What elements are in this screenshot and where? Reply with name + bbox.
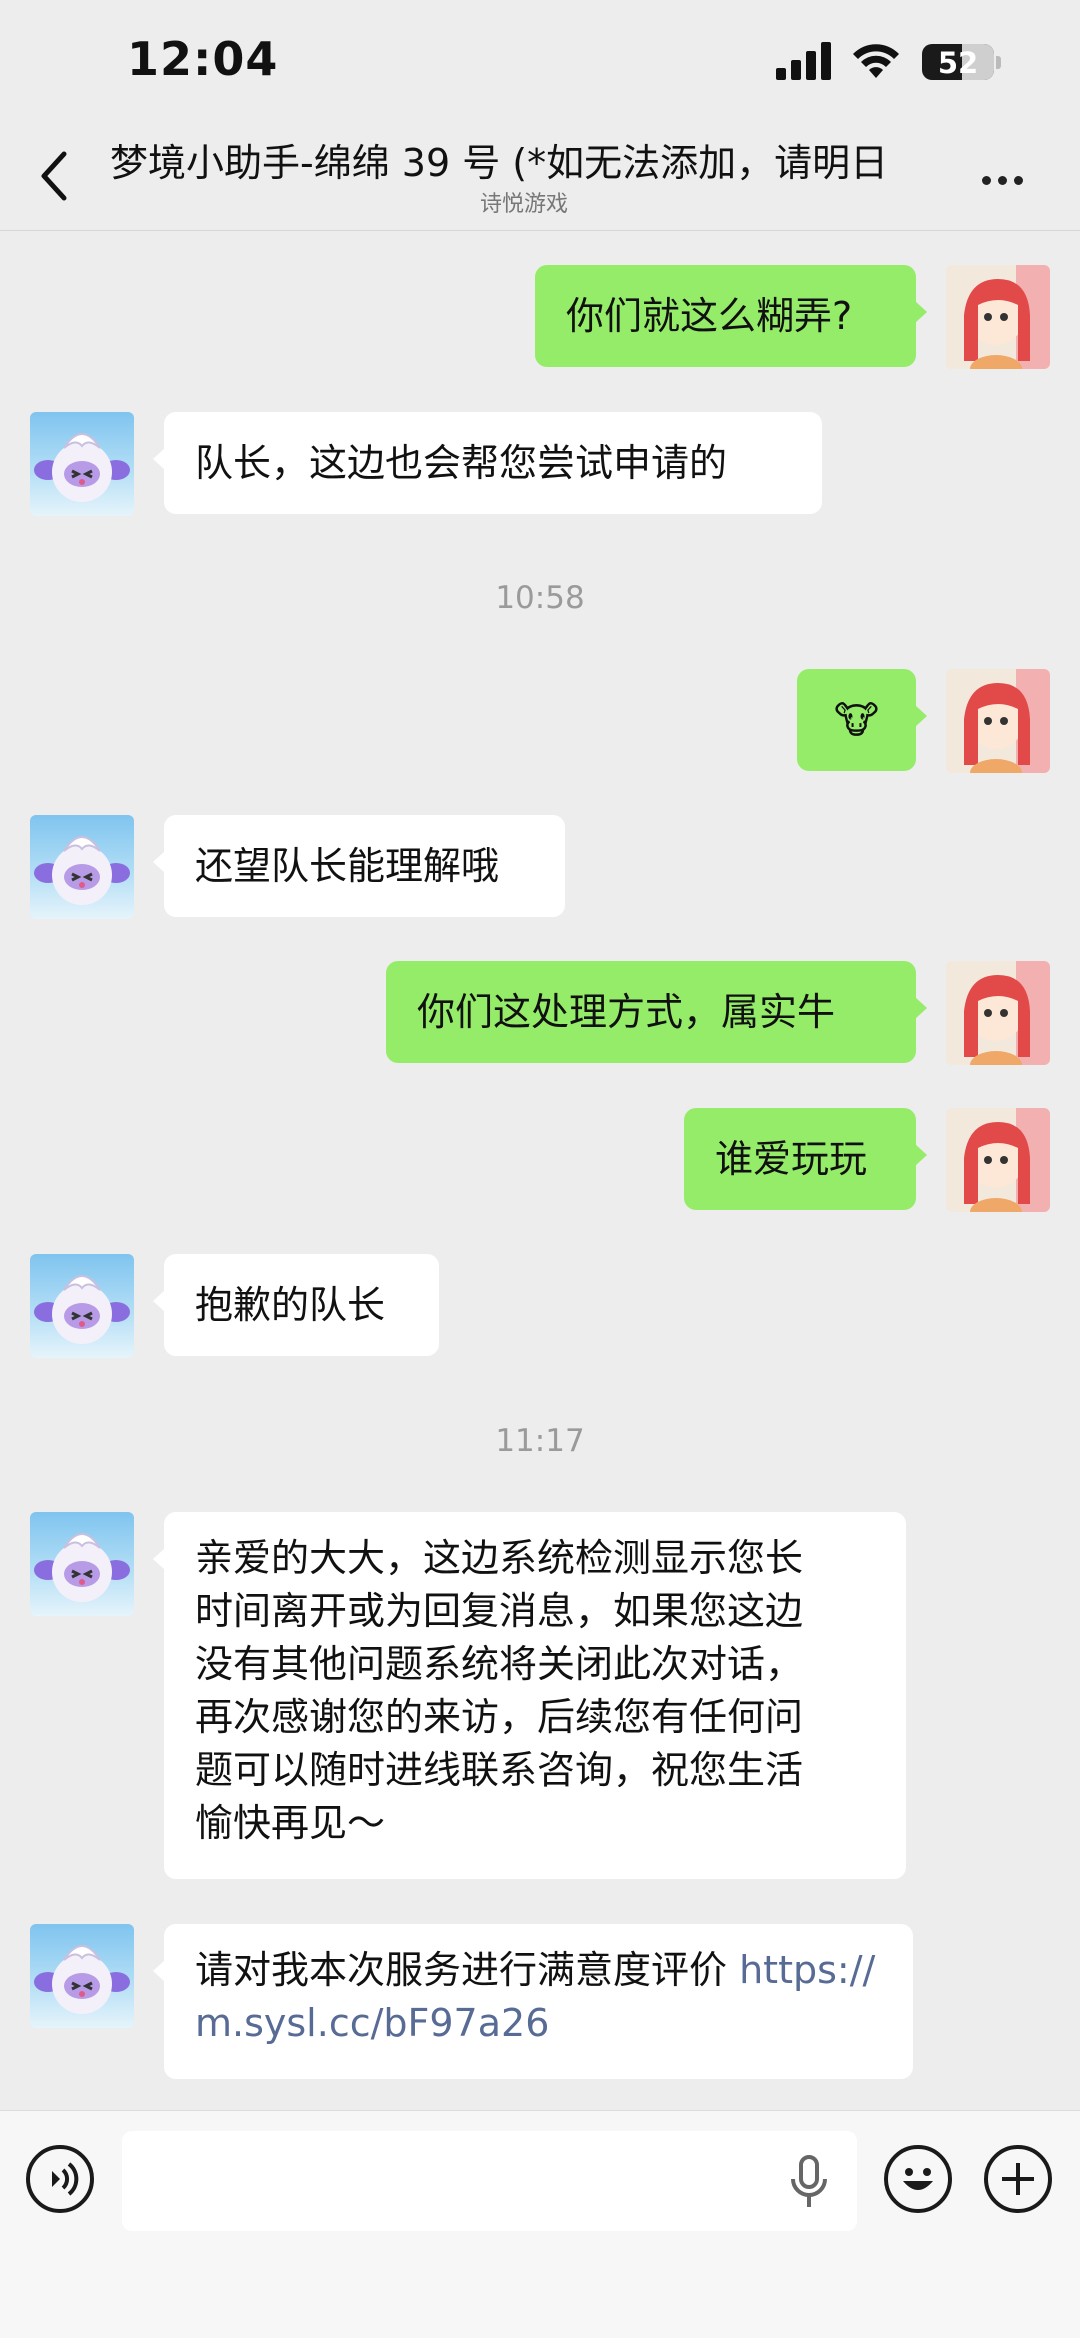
user-avatar[interactable] xyxy=(946,265,1050,369)
user-avatar-icon xyxy=(946,1108,1050,1212)
status-bar: 12:04 52 xyxy=(0,0,1080,120)
message-bubble[interactable]: 还望队长能理解哦 xyxy=(153,815,565,917)
message-timestamp: 10:58 xyxy=(495,580,585,616)
message-line: 没有其他问题系统将关闭此次对话， xyxy=(195,1642,804,1686)
assistant-avatar[interactable] xyxy=(30,1512,134,1616)
message-bubble[interactable]: 亲爱的大大，这边系统检测显示您长 时间离开或为回复消息，如果您这边 没有其他问题… xyxy=(153,1512,906,1879)
voice-icon[interactable] xyxy=(26,2145,94,2213)
more-icon[interactable] xyxy=(982,170,1032,185)
mic-icon[interactable] xyxy=(789,2155,829,2209)
message-bubble[interactable]: 你们就这么糊弄? xyxy=(535,265,927,367)
message-line: 愉快再见～ xyxy=(195,1801,386,1845)
user-avatar[interactable] xyxy=(946,669,1050,773)
assistant-avatar[interactable] xyxy=(30,412,134,516)
message-bubble[interactable]: 抱歉的队长 xyxy=(153,1254,439,1356)
status-time: 12:04 xyxy=(127,32,279,86)
cellular-signal-icon xyxy=(776,42,831,80)
chat-subtitle: 诗悦游戏 xyxy=(479,192,568,217)
message-bubble[interactable]: 谁爱玩玩 xyxy=(684,1108,927,1210)
emoji-icon[interactable] xyxy=(884,2145,952,2213)
input-bar xyxy=(0,2110,1080,2338)
message-line: 题可以随时进线联系咨询，祝您生活 xyxy=(195,1748,804,1792)
user-avatar-icon xyxy=(946,669,1050,773)
assistant-avatar-icon xyxy=(34,1275,130,1344)
message-text: 请对我本次服务进行满意度评价 xyxy=(195,1948,740,1992)
assistant-avatar[interactable] xyxy=(30,1924,134,2028)
assistant-avatar-icon xyxy=(34,433,130,502)
assistant-avatar-icon xyxy=(34,1533,130,1602)
battery-level: 52 xyxy=(937,46,979,80)
user-avatar[interactable] xyxy=(946,961,1050,1065)
message-bubble[interactable]: 队长，这边也会帮您尝试申请的 xyxy=(153,412,822,514)
user-avatar[interactable] xyxy=(946,1108,1050,1212)
message-line: 时间离开或为回复消息，如果您这边 xyxy=(195,1589,804,1633)
message-bubble[interactable]: 请对我本次服务进行满意度评价 https://m.sysl.cc/bF97a26 xyxy=(153,1924,913,2079)
message-bubble[interactable]: 🐮 xyxy=(797,669,927,771)
message-input[interactable] xyxy=(122,2131,857,2231)
user-avatar-icon xyxy=(946,265,1050,369)
chat-title: 梦境小助手-绵绵 39 号 (*如无法添加，请明日 xyxy=(110,132,940,184)
plus-icon[interactable] xyxy=(984,2145,1052,2213)
message-bubble[interactable]: 你们这处理方式，属实牛 xyxy=(386,961,927,1063)
battery-icon: 52 xyxy=(922,44,994,80)
assistant-avatar-icon xyxy=(34,836,130,905)
assistant-avatar-icon xyxy=(34,1945,130,2014)
chat-header: 梦境小助手-绵绵 39 号 (*如无法添加，请明日 诗悦游戏 xyxy=(0,120,1080,231)
wifi-icon xyxy=(853,44,899,78)
assistant-avatar[interactable] xyxy=(30,815,134,919)
message-line: 亲爱的大大，这边系统检测显示您长 xyxy=(195,1536,804,1580)
user-avatar-icon xyxy=(946,961,1050,1065)
message-timestamp: 11:17 xyxy=(495,1423,585,1459)
assistant-avatar[interactable] xyxy=(30,1254,134,1358)
message-line: 再次感谢您的来访，后续您有任何问 xyxy=(195,1695,804,1739)
